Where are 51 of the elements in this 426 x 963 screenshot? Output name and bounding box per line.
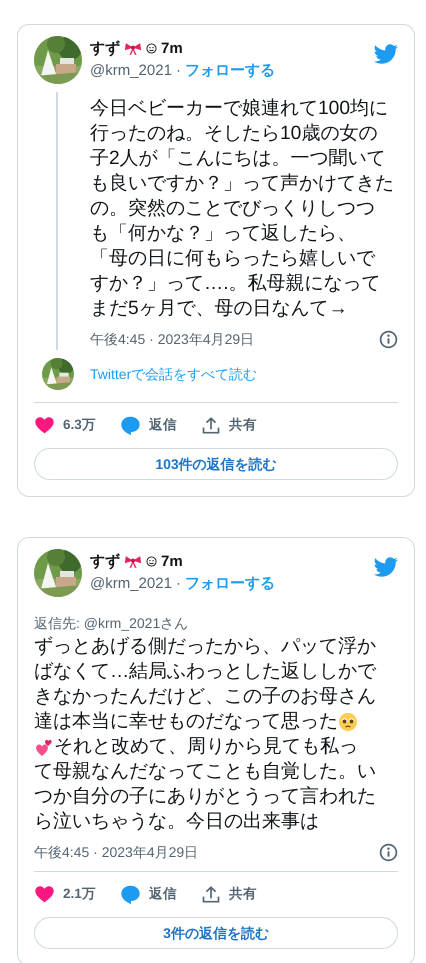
pleading-face-icon: [338, 712, 358, 732]
heart-icon: [34, 415, 55, 436]
info-icon[interactable]: [379, 843, 398, 862]
author-name: すず: [90, 38, 120, 58]
tweet-text: も「何かな？」って返したら、: [90, 222, 356, 246]
heart-icon: [34, 884, 55, 905]
tweet-text: て母親なんだなってことも自覚した。い: [34, 760, 376, 784]
bird-icon[interactable]: [374, 42, 398, 66]
tweet-text: 今日ベビーカーで娘連れて100均に: [90, 97, 388, 121]
post-time: 7m: [161, 38, 183, 58]
share-icon: [200, 884, 221, 904]
tweet-text: も良いですか？」って声かけてきた: [90, 172, 394, 196]
tweet-text: きなかったんだけど、この子のお母さん: [34, 685, 376, 709]
like-count[interactable]: 2.1万: [63, 884, 96, 905]
separator-dot: ·: [176, 61, 181, 81]
speech-bubble-icon: [120, 415, 141, 436]
read-replies-button[interactable]: 103件の返信を読む: [34, 448, 398, 480]
read-replies-button[interactable]: 3件の返信を読む: [34, 917, 398, 949]
user-handle: @krm_2021: [90, 574, 172, 594]
share-label[interactable]: 共有: [228, 884, 257, 905]
tweet-text: 達は本当に幸せものだなって思った: [34, 710, 338, 734]
like-count[interactable]: 6.3万: [63, 415, 96, 436]
tweet-text: まだ5ヶ月で、母の日なんて→: [90, 297, 348, 321]
tweet-text: ら泣いちゃうな。今日の出来事は: [34, 810, 319, 834]
ribbon-icon: [124, 41, 142, 56]
smiley-icon: [146, 43, 157, 54]
timestamp: 午後4:45 · 2023年4月29日: [34, 843, 198, 862]
ribbon-icon: [124, 554, 142, 570]
tweet-text: ばなくて…結局ふわっとした返ししかで: [34, 660, 376, 684]
post-time: 7m: [161, 552, 183, 572]
separator-dot: ·: [176, 574, 181, 594]
tweet-text: 行ったのね。そしたら10歳の女の: [90, 122, 378, 146]
author-name: すず: [90, 552, 120, 572]
tweet-text: 子2人が「こんにちは。一つ聞いて: [90, 147, 386, 171]
user-handle: @krm_2021: [90, 61, 172, 81]
tweet-text: ずっとあげる側だったから、パッて浮か: [34, 635, 376, 659]
reply-label[interactable]: 返信: [148, 415, 177, 436]
tweet-text: の。突然のことでびっくりしつつ: [90, 197, 375, 221]
smiley-icon: [146, 556, 157, 568]
tweet-text: つか自分の子にありがとうって言われた: [34, 785, 376, 809]
tweet-text: すか？」って….。私母親になって: [90, 272, 381, 296]
reply-to-label: 返信先: @krm_2021さん: [34, 614, 190, 633]
timestamp: 午後4:45 · 2023年4月29日: [90, 330, 254, 349]
share-icon: [200, 416, 221, 436]
info-icon[interactable]: [379, 330, 398, 349]
tweet-text: それと改めて、周りから見ても私っ: [54, 735, 358, 759]
share-label[interactable]: 共有: [228, 415, 257, 436]
speech-bubble-icon: [120, 884, 141, 905]
tweet-text: 「母の日に何もらったら嬉しいで: [90, 247, 375, 271]
bird-icon[interactable]: [374, 555, 398, 579]
reply-label[interactable]: 返信: [148, 884, 177, 905]
